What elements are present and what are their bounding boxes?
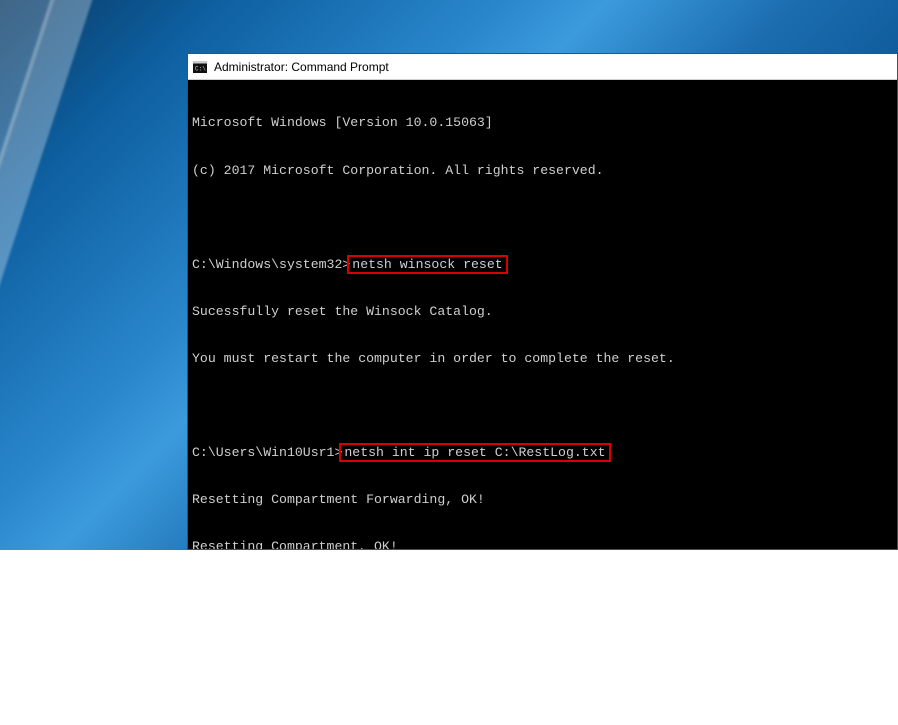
output-text: Sucessfully reset the Winsock Catalog. [192,304,493,319]
prompt-path: C:\Windows\system32> [192,257,350,272]
output-text: You must restart the computer in order t… [192,351,675,366]
terminal-output[interactable]: Microsoft Windows [Version 10.0.15063] (… [188,80,897,549]
output-text: (c) 2017 Microsoft Corporation. All righ… [192,163,604,178]
command-prompt-window[interactable]: C:\ Administrator: Command Prompt Micros… [187,53,898,550]
titlebar[interactable]: C:\ Administrator: Command Prompt [188,54,897,80]
cmd-icon: C:\ [192,59,208,75]
svg-text:C:\: C:\ [195,65,206,72]
highlighted-command: netsh winsock reset [347,255,507,274]
output-text: Resetting Compartment, OK! [192,539,398,549]
window-title: Administrator: Command Prompt [214,60,389,74]
highlighted-command: netsh int ip reset C:\RestLog.txt [339,443,610,462]
background-ray [0,0,139,712]
output-text: Resetting Compartment Forwarding, OK! [192,492,485,507]
output-text: Microsoft Windows [Version 10.0.15063] [192,115,493,130]
prompt-path: C:\Users\Win10Usr1> [192,445,342,460]
